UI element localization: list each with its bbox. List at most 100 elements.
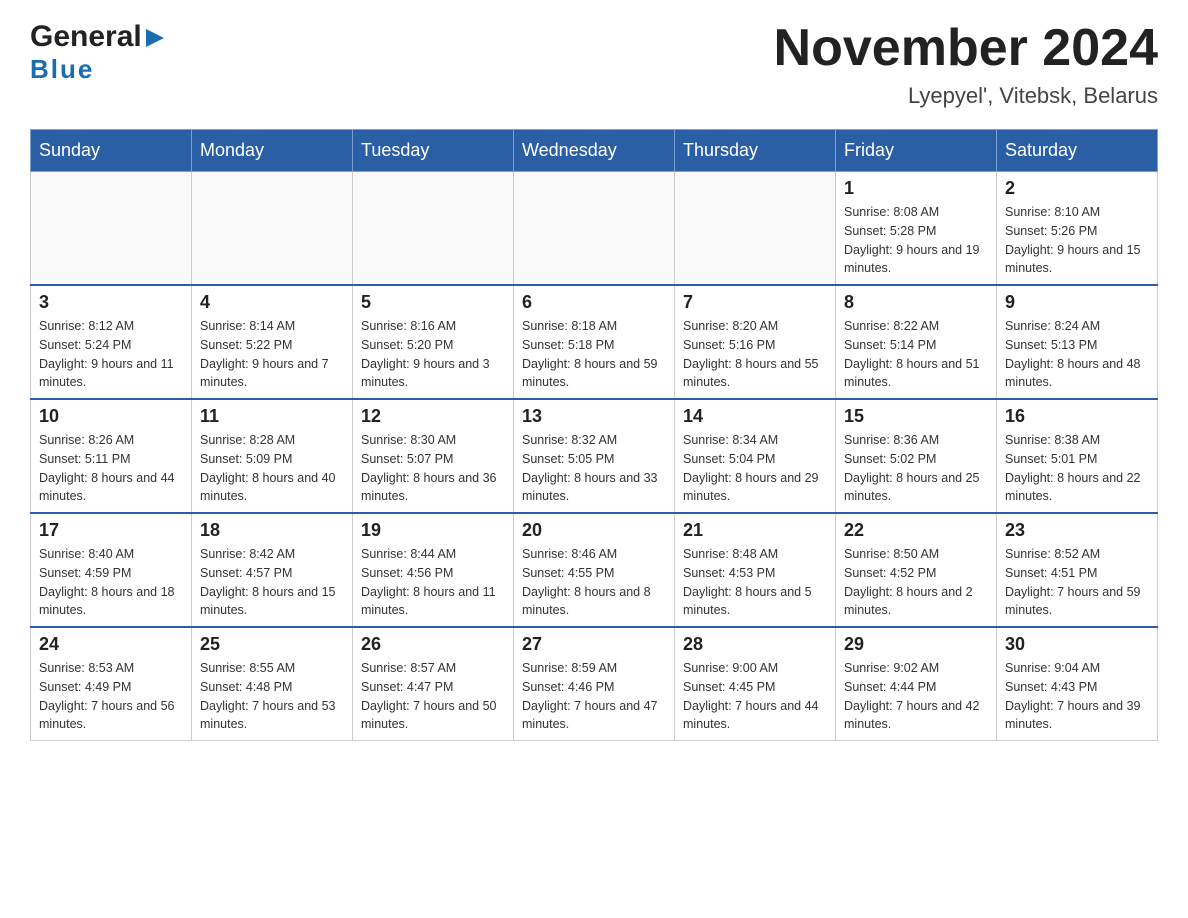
logo: General Blue xyxy=(30,20,166,85)
calendar-cell: 10 Sunrise: 8:26 AMSunset: 5:11 PMDayligh… xyxy=(31,399,192,513)
calendar-subtitle: Lyepyel', Vitebsk, Belarus xyxy=(774,83,1158,109)
day-number: 3 xyxy=(39,292,183,313)
day-number: 13 xyxy=(522,406,666,427)
page-header: General Blue November 2024 Lyepyel', Vit… xyxy=(30,20,1158,109)
calendar-cell: 1 Sunrise: 8:08 AMSunset: 5:28 PMDaylight… xyxy=(836,172,997,286)
day-info: Sunrise: 8:52 AMSunset: 4:51 PMDaylight:… xyxy=(1005,545,1149,620)
day-number: 19 xyxy=(361,520,505,541)
day-info: Sunrise: 8:36 AMSunset: 5:02 PMDaylight:… xyxy=(844,431,988,506)
day-number: 15 xyxy=(844,406,988,427)
day-info: Sunrise: 9:02 AMSunset: 4:44 PMDaylight:… xyxy=(844,659,988,734)
day-info: Sunrise: 8:40 AMSunset: 4:59 PMDaylight:… xyxy=(39,545,183,620)
day-number: 26 xyxy=(361,634,505,655)
day-number: 6 xyxy=(522,292,666,313)
weekday-header-row: Sunday Monday Tuesday Wednesday Thursday… xyxy=(31,130,1158,172)
header-wednesday: Wednesday xyxy=(514,130,675,172)
header-sunday: Sunday xyxy=(31,130,192,172)
day-info: Sunrise: 8:55 AMSunset: 4:48 PMDaylight:… xyxy=(200,659,344,734)
day-info: Sunrise: 8:38 AMSunset: 5:01 PMDaylight:… xyxy=(1005,431,1149,506)
calendar-cell: 9 Sunrise: 8:24 AMSunset: 5:13 PMDaylight… xyxy=(997,285,1158,399)
week-row-2: 3 Sunrise: 8:12 AMSunset: 5:24 PMDaylight… xyxy=(31,285,1158,399)
logo-blue-text: Blue xyxy=(30,54,94,84)
day-info: Sunrise: 8:28 AMSunset: 5:09 PMDaylight:… xyxy=(200,431,344,506)
day-info: Sunrise: 9:04 AMSunset: 4:43 PMDaylight:… xyxy=(1005,659,1149,734)
day-number: 18 xyxy=(200,520,344,541)
logo-general-text: General xyxy=(30,20,142,54)
calendar-cell: 26 Sunrise: 8:57 AMSunset: 4:47 PMDayligh… xyxy=(353,627,514,741)
day-info: Sunrise: 8:08 AMSunset: 5:28 PMDaylight:… xyxy=(844,203,988,278)
calendar-cell: 28 Sunrise: 9:00 AMSunset: 4:45 PMDayligh… xyxy=(675,627,836,741)
day-number: 12 xyxy=(361,406,505,427)
day-info: Sunrise: 8:46 AMSunset: 4:55 PMDaylight:… xyxy=(522,545,666,620)
week-row-3: 10 Sunrise: 8:26 AMSunset: 5:11 PMDayligh… xyxy=(31,399,1158,513)
calendar-cell xyxy=(675,172,836,286)
day-info: Sunrise: 8:57 AMSunset: 4:47 PMDaylight:… xyxy=(361,659,505,734)
calendar-cell: 7 Sunrise: 8:20 AMSunset: 5:16 PMDaylight… xyxy=(675,285,836,399)
day-info: Sunrise: 8:18 AMSunset: 5:18 PMDaylight:… xyxy=(522,317,666,392)
day-info: Sunrise: 8:53 AMSunset: 4:49 PMDaylight:… xyxy=(39,659,183,734)
day-number: 9 xyxy=(1005,292,1149,313)
calendar-cell: 30 Sunrise: 9:04 AMSunset: 4:43 PMDayligh… xyxy=(997,627,1158,741)
calendar-cell xyxy=(514,172,675,286)
day-number: 7 xyxy=(683,292,827,313)
calendar-cell: 4Sunrise: 8:14 AMSunset: 5:22 PMDaylight… xyxy=(192,285,353,399)
calendar-cell xyxy=(353,172,514,286)
day-info: Sunrise: 8:26 AMSunset: 5:11 PMDaylight:… xyxy=(39,431,183,506)
day-number: 30 xyxy=(1005,634,1149,655)
day-info: Sunrise: 8:16 AMSunset: 5:20 PMDaylight:… xyxy=(361,317,505,392)
day-number: 25 xyxy=(200,634,344,655)
day-info: Sunrise: 8:12 AMSunset: 5:24 PMDaylight:… xyxy=(39,317,183,392)
calendar-cell: 13Sunrise: 8:32 AMSunset: 5:05 PMDayligh… xyxy=(514,399,675,513)
calendar-cell: 21 Sunrise: 8:48 AMSunset: 4:53 PMDayligh… xyxy=(675,513,836,627)
day-number: 1 xyxy=(844,178,988,199)
calendar-cell xyxy=(192,172,353,286)
day-number: 24 xyxy=(39,634,183,655)
day-number: 10 xyxy=(39,406,183,427)
calendar-cell xyxy=(31,172,192,286)
day-info: Sunrise: 8:59 AMSunset: 4:46 PMDaylight:… xyxy=(522,659,666,734)
day-number: 22 xyxy=(844,520,988,541)
day-number: 29 xyxy=(844,634,988,655)
calendar-cell: 14Sunrise: 8:34 AMSunset: 5:04 PMDayligh… xyxy=(675,399,836,513)
calendar-cell: 5 Sunrise: 8:16 AMSunset: 5:20 PMDaylight… xyxy=(353,285,514,399)
day-number: 28 xyxy=(683,634,827,655)
calendar-cell: 6 Sunrise: 8:18 AMSunset: 5:18 PMDaylight… xyxy=(514,285,675,399)
week-row-4: 17 Sunrise: 8:40 AMSunset: 4:59 PMDayligh… xyxy=(31,513,1158,627)
day-number: 2 xyxy=(1005,178,1149,199)
title-area: November 2024 Lyepyel', Vitebsk, Belarus xyxy=(774,20,1158,109)
calendar-cell: 24 Sunrise: 8:53 AMSunset: 4:49 PMDayligh… xyxy=(31,627,192,741)
day-number: 21 xyxy=(683,520,827,541)
day-number: 27 xyxy=(522,634,666,655)
calendar-cell: 23 Sunrise: 8:52 AMSunset: 4:51 PMDayligh… xyxy=(997,513,1158,627)
day-number: 17 xyxy=(39,520,183,541)
header-monday: Monday xyxy=(192,130,353,172)
day-info: Sunrise: 8:34 AMSunset: 5:04 PMDaylight:… xyxy=(683,431,827,506)
day-number: 5 xyxy=(361,292,505,313)
day-info: Sunrise: 8:42 AMSunset: 4:57 PMDaylight:… xyxy=(200,545,344,620)
day-info: Sunrise: 8:30 AMSunset: 5:07 PMDaylight:… xyxy=(361,431,505,506)
day-number: 11 xyxy=(200,406,344,427)
calendar-cell: 22Sunrise: 8:50 AMSunset: 4:52 PMDayligh… xyxy=(836,513,997,627)
day-number: 4 xyxy=(200,292,344,313)
calendar-cell: 25 Sunrise: 8:55 AMSunset: 4:48 PMDayligh… xyxy=(192,627,353,741)
calendar-cell: 18 Sunrise: 8:42 AMSunset: 4:57 PMDayligh… xyxy=(192,513,353,627)
calendar-cell: 12 Sunrise: 8:30 AMSunset: 5:07 PMDayligh… xyxy=(353,399,514,513)
header-friday: Friday xyxy=(836,130,997,172)
calendar-title: November 2024 xyxy=(774,20,1158,77)
day-number: 23 xyxy=(1005,520,1149,541)
header-tuesday: Tuesday xyxy=(353,130,514,172)
calendar-cell: 19Sunrise: 8:44 AMSunset: 4:56 PMDayligh… xyxy=(353,513,514,627)
day-info: Sunrise: 9:00 AMSunset: 4:45 PMDaylight:… xyxy=(683,659,827,734)
day-number: 20 xyxy=(522,520,666,541)
calendar-table: Sunday Monday Tuesday Wednesday Thursday… xyxy=(30,129,1158,741)
calendar-cell: 2 Sunrise: 8:10 AMSunset: 5:26 PMDaylight… xyxy=(997,172,1158,286)
week-row-1: 1 Sunrise: 8:08 AMSunset: 5:28 PMDaylight… xyxy=(31,172,1158,286)
calendar-cell: 20 Sunrise: 8:46 AMSunset: 4:55 PMDayligh… xyxy=(514,513,675,627)
day-info: Sunrise: 8:24 AMSunset: 5:13 PMDaylight:… xyxy=(1005,317,1149,392)
day-info: Sunrise: 8:20 AMSunset: 5:16 PMDaylight:… xyxy=(683,317,827,392)
logo-triangle-icon xyxy=(144,27,166,49)
day-info: Sunrise: 8:48 AMSunset: 4:53 PMDaylight:… xyxy=(683,545,827,620)
day-info: Sunrise: 8:10 AMSunset: 5:26 PMDaylight:… xyxy=(1005,203,1149,278)
day-number: 8 xyxy=(844,292,988,313)
header-thursday: Thursday xyxy=(675,130,836,172)
